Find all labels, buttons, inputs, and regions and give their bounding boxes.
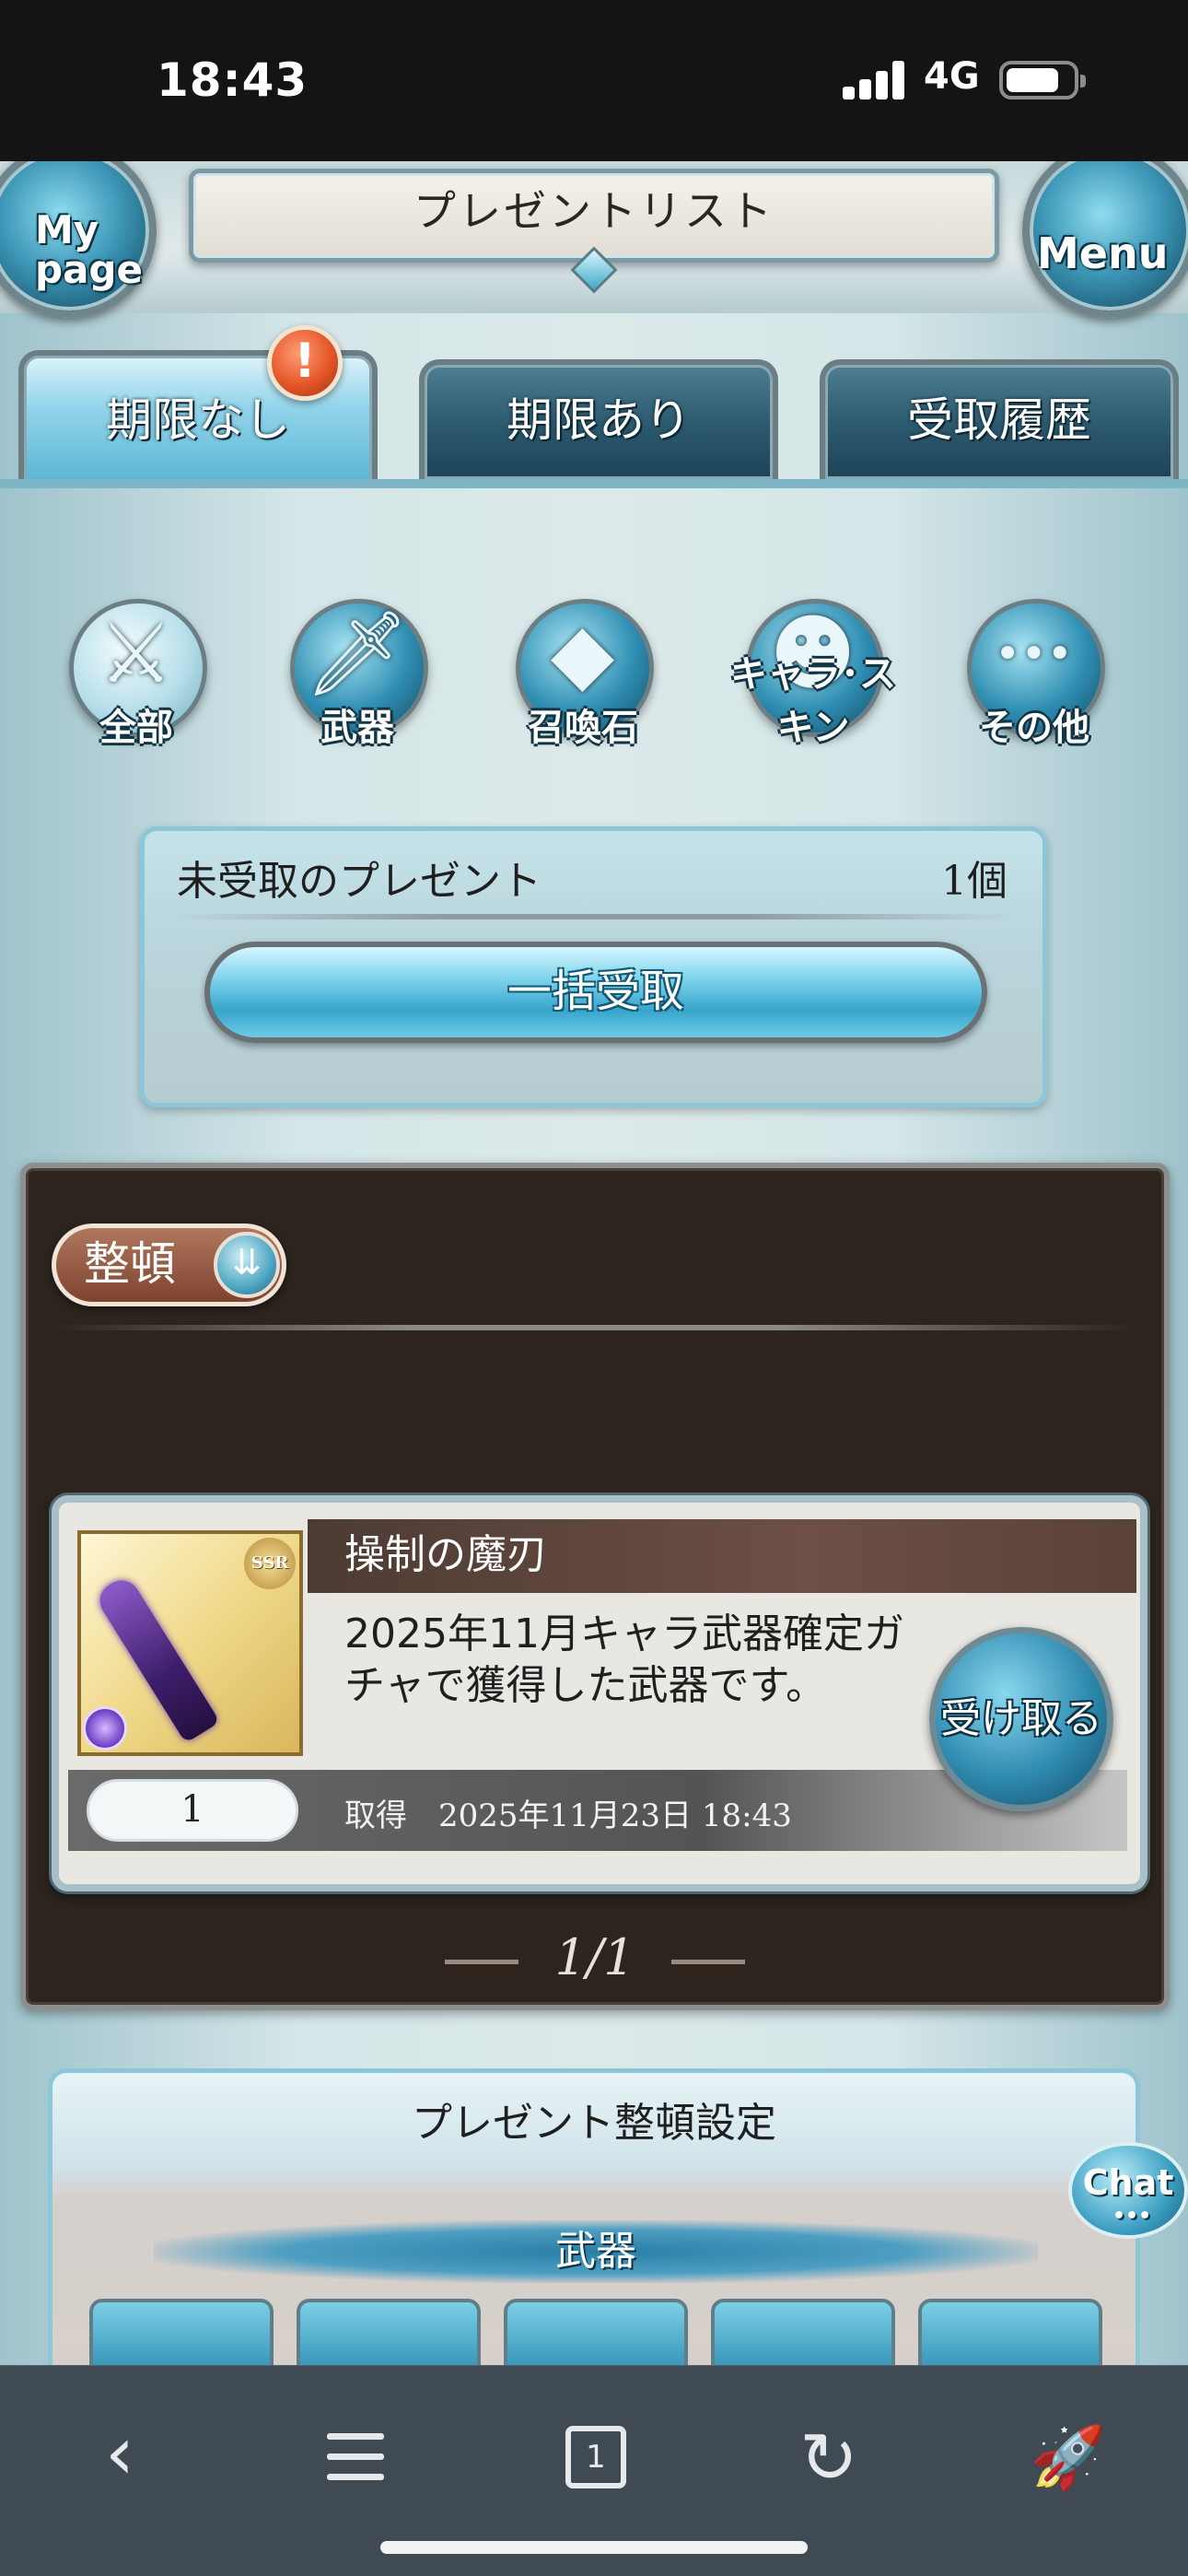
hamburger-menu-icon[interactable] (313, 2417, 396, 2500)
sort-button[interactable]: 整頓 ⇊ (52, 1224, 286, 1306)
setting-option[interactable] (711, 2299, 895, 2365)
claim-all-button[interactable]: 一括受取 (204, 942, 987, 1043)
menu-label: Menu (1037, 228, 1169, 278)
home-indicator (380, 2541, 808, 2554)
mypage-button[interactable]: My page (0, 161, 157, 318)
divider (53, 1325, 1136, 1330)
tab-with-expiry[interactable]: 期限あり (419, 359, 778, 479)
unreceived-panel: 未受取のプレゼント 1個 一括受取 (140, 826, 1047, 1107)
mypage-label-1: My (35, 207, 99, 252)
rarity-badge: SSR (244, 1538, 296, 1589)
filter-summon-label: 召喚石 (528, 707, 638, 749)
chat-button[interactable]: Chat ••• (1068, 2142, 1188, 2239)
battery-icon (999, 61, 1086, 100)
status-bar: 18:43 4G (0, 0, 1188, 161)
header: プレゼントリスト My page Menu (0, 161, 1188, 318)
settings-title: プレゼント整頓設定 (412, 2100, 776, 2147)
mypage-label-2: page (35, 247, 143, 292)
alert-badge: ! (267, 325, 343, 401)
acquired-date: 2025年11月23日 18:43 (438, 1797, 792, 1834)
settings-section-weapon: 武器 (154, 2220, 1038, 2283)
filter-character-label: キャラ･スキン (730, 653, 896, 749)
tab-count: 1 (565, 2426, 626, 2488)
rocket-icon[interactable]: 🚀 (1027, 2417, 1110, 2500)
filter-other-label: その他 (979, 707, 1089, 749)
unreceived-count: 1個 (941, 858, 1007, 905)
network-label: 4G (924, 55, 980, 98)
present-item: 操制の魔刃 SSR 2025年11月キャラ武器確定ガチャで獲得した武器です。 1… (52, 1495, 1147, 1891)
signal-icon (843, 61, 905, 100)
present-list-panel: 整頓 ⇊ 操制の魔刃 SSR 2025年11月キャラ武器確定ガチャで獲得した武器… (20, 1163, 1170, 2010)
filter-other[interactable]: ••• その他 (949, 580, 1119, 751)
tab-history[interactable]: 受取履歴 (820, 359, 1179, 479)
game-view: プレゼントリスト My page Menu 期限なし 期限あり 受取履歴 ! ⚔… (0, 161, 1188, 2365)
item-description: 2025年11月キャラ武器確定ガチャで獲得した武器です。 (344, 1610, 904, 1709)
filter-all[interactable]: ⚔ 全部 (51, 580, 221, 751)
divider (172, 914, 1015, 919)
next-ornament[interactable] (671, 1959, 746, 1964)
chat-label: Chat (1082, 2162, 1174, 2203)
setting-option[interactable] (89, 2299, 274, 2365)
weapon-thumbnail: SSR (77, 1530, 303, 1756)
pagination: 1/1 (26, 1928, 1164, 1986)
present-tabs: 期限なし 期限あり 受取履歴 (0, 350, 1188, 484)
acquired-info: 取得 2025年11月23日 18:43 (344, 1790, 792, 1835)
unreceived-label: 未受取のプレゼント (177, 858, 542, 905)
setting-option[interactable] (297, 2299, 481, 2365)
item-name: 操制の魔刃 (308, 1519, 1136, 1593)
filter-weapon[interactable]: 🗡 武器 (272, 580, 442, 751)
menu-button[interactable]: Menu (1022, 161, 1188, 318)
filter-weapon-label: 武器 (320, 707, 394, 749)
filter-all-label: 全部 (99, 707, 173, 749)
prev-ornament[interactable] (444, 1959, 518, 1964)
clock: 18:43 (157, 53, 309, 107)
reload-icon[interactable]: ↻ (787, 2417, 870, 2500)
setting-option[interactable] (918, 2299, 1102, 2365)
item-quantity: 1 (87, 1779, 298, 1842)
filter-character[interactable]: ☻ キャラ･スキン (728, 580, 898, 751)
receive-button[interactable]: 受け取る (929, 1627, 1113, 1811)
page-indicator: 1/1 (554, 1928, 635, 1986)
chat-dots-icon: ••• (1112, 2205, 1152, 2228)
chevron-down-icon: ⇊ (214, 1232, 280, 1298)
sort-label: 整頓 (84, 1237, 176, 1291)
element-icon (83, 1706, 127, 1751)
tab-underline (0, 479, 1188, 488)
setting-option[interactable] (504, 2299, 688, 2365)
tabs-icon[interactable]: 1 (553, 2417, 635, 2500)
acquired-label: 取得 (344, 1797, 407, 1834)
back-icon[interactable]: ‹ (78, 2417, 161, 2500)
filter-summon[interactable]: ◆ 召喚石 (497, 580, 668, 751)
sort-settings-panel: プレゼント整頓設定 武器 (48, 2068, 1140, 2365)
